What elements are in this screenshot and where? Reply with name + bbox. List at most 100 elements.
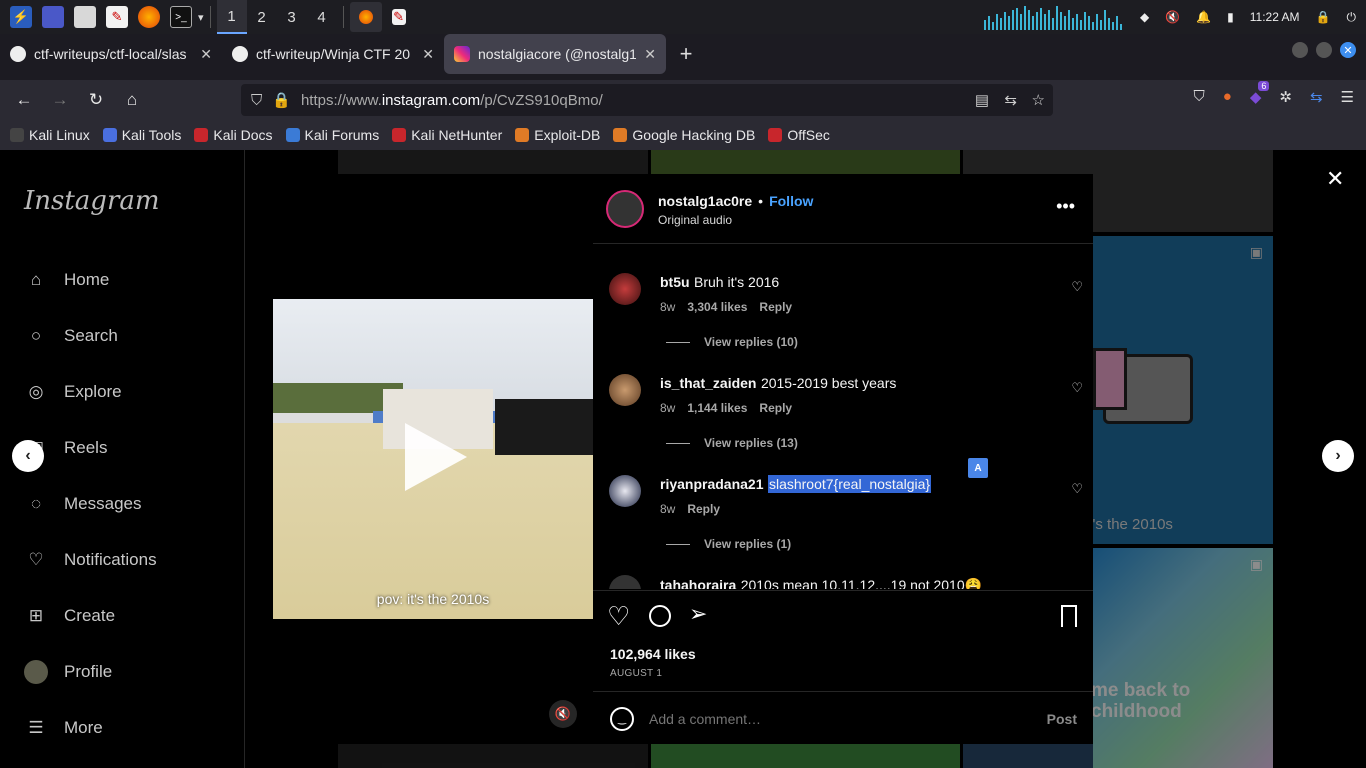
commenter-avatar[interactable]: [609, 374, 641, 406]
firefox-icon[interactable]: [138, 6, 160, 28]
translate-popup-icon[interactable]: A: [968, 458, 988, 478]
workspace-3[interactable]: 3: [277, 0, 307, 34]
reload-button[interactable]: ↻: [78, 84, 114, 116]
maximize-button[interactable]: [1316, 42, 1332, 58]
text-editor-icon[interactable]: ✎: [106, 6, 128, 28]
close-modal-icon[interactable]: ✕: [1326, 166, 1344, 192]
like-comment-icon[interactable]: ♡: [1071, 279, 1083, 295]
sidebar-item-messages[interactable]: ◌ Messages: [24, 492, 142, 516]
comment-username[interactable]: bt5u: [660, 274, 690, 290]
reply-button[interactable]: Reply: [759, 401, 792, 415]
home-button[interactable]: ⌂: [114, 84, 150, 116]
forward-button[interactable]: →: [42, 84, 78, 116]
comment-likes[interactable]: 1,144 likes: [687, 401, 747, 415]
bookmark-kali-forums[interactable]: Kali Forums: [285, 127, 379, 143]
mute-icon[interactable]: 🔇: [549, 700, 577, 728]
wifi-icon[interactable]: ◆: [1140, 10, 1149, 24]
translate-icon[interactable]: ⇆: [1004, 91, 1017, 109]
extension-icon[interactable]: ◆ 6: [1250, 81, 1270, 106]
reply-button[interactable]: Reply: [687, 502, 720, 516]
comment-likes[interactable]: 3,304 likes: [687, 300, 747, 314]
commenter-avatar[interactable]: [609, 273, 641, 305]
bookmark-kali-nethunter[interactable]: Kali NetHunter: [392, 127, 502, 143]
commenter-avatar[interactable]: [609, 575, 641, 589]
view-replies-button[interactable]: View replies (1): [666, 537, 791, 551]
post-video[interactable]: pov: it's the 2010s: [273, 299, 593, 619]
comment-text-highlighted[interactable]: slashroot7{real_nostalgia}: [767, 475, 932, 493]
workspace-4[interactable]: 4: [307, 0, 337, 34]
audio-label[interactable]: Original audio: [658, 213, 732, 227]
comment-username[interactable]: tahahoraira: [660, 577, 736, 589]
new-tab-button[interactable]: +: [666, 34, 706, 74]
browser-tab-active[interactable]: nostalgiacore (@nostalg1 ✕: [444, 34, 666, 74]
post-comment-button[interactable]: Post: [1047, 711, 1077, 727]
bookmark-kali-linux[interactable]: Kali Linux: [10, 127, 90, 143]
poster-avatar[interactable]: [606, 190, 644, 228]
poster-username[interactable]: nostalg1ac0re: [658, 193, 752, 209]
sidebar-item-profile[interactable]: Profile: [24, 660, 112, 684]
comment-age[interactable]: 8w: [660, 502, 675, 516]
next-post-button[interactable]: ›: [1322, 440, 1354, 472]
bookmark-star-icon[interactable]: ☆: [1032, 91, 1045, 109]
like-icon[interactable]: ♡: [607, 601, 630, 632]
sidebar-item-explore[interactable]: ◎ Explore: [24, 380, 122, 404]
browser-tab[interactable]: ctf-writeups/ctf-local/slas ✕: [0, 34, 222, 74]
sidebar-item-home[interactable]: ⌂ Home: [24, 268, 110, 292]
share-icon[interactable]: ➢: [689, 601, 707, 627]
save-icon[interactable]: [1061, 605, 1077, 627]
reader-view-icon[interactable]: ▤: [975, 91, 989, 109]
browser-tab[interactable]: ctf-writeup/Winja CTF 20 ✕: [222, 34, 444, 74]
view-replies-button[interactable]: View replies (10): [666, 335, 798, 349]
power-icon[interactable]: ⏻: [1347, 10, 1357, 25]
kali-menu-icon[interactable]: ⚡: [10, 6, 32, 28]
hamburger-menu-icon[interactable]: ☰: [1341, 88, 1354, 106]
lock-icon[interactable]: 🔒: [272, 91, 291, 109]
shield-icon[interactable]: ⛉: [251, 92, 262, 109]
instagram-logo[interactable]: Instagram: [24, 186, 160, 216]
close-tab-icon[interactable]: ✕: [200, 46, 212, 63]
emoji-icon[interactable]: ‿: [610, 707, 634, 731]
bookmark-kali-docs[interactable]: Kali Docs: [194, 127, 273, 143]
bookmark-exploit-db[interactable]: Exploit-DB: [515, 127, 600, 143]
sidebar-item-search[interactable]: ○ Search: [24, 324, 118, 348]
comment-input[interactable]: [649, 707, 1019, 731]
comment-username[interactable]: riyanpradana21: [660, 476, 764, 492]
translate-ext-icon[interactable]: ⇆: [1310, 88, 1323, 106]
file-manager-icon[interactable]: [74, 6, 96, 28]
play-icon[interactable]: [405, 423, 467, 491]
comment-age[interactable]: 8w: [660, 300, 675, 314]
close-window-button[interactable]: ✕: [1340, 42, 1356, 58]
bookmark-offsec[interactable]: OffSec: [768, 127, 830, 143]
workspace-2[interactable]: 2: [247, 0, 277, 34]
reply-button[interactable]: Reply: [759, 300, 792, 314]
back-button[interactable]: ←: [6, 84, 42, 116]
firefox-window-icon[interactable]: [349, 2, 382, 32]
battery-icon[interactable]: ▮: [1227, 10, 1234, 24]
more-options-icon[interactable]: •••: [1056, 196, 1075, 217]
desktop-icon[interactable]: [42, 6, 64, 28]
follow-button[interactable]: Follow: [769, 193, 813, 209]
commenter-avatar[interactable]: [609, 475, 641, 507]
previous-post-button[interactable]: ‹: [12, 440, 44, 472]
comment-icon[interactable]: [649, 605, 671, 627]
url-bar[interactable]: ⛉ 🔒 https://www.instagram.com/p/CvZS910q…: [241, 84, 1053, 116]
chevron-down-icon[interactable]: ▾: [198, 11, 204, 24]
minimize-button[interactable]: [1292, 42, 1308, 58]
foxyproxy-icon[interactable]: ●: [1223, 88, 1232, 106]
sidebar-item-notifications[interactable]: ♡ Notifications: [24, 548, 156, 572]
likes-count[interactable]: 102,964 likes: [610, 646, 696, 662]
close-tab-icon[interactable]: ✕: [422, 46, 434, 63]
terminal-icon[interactable]: >_: [170, 6, 192, 28]
editor-window-icon[interactable]: ✎: [391, 9, 406, 25]
view-replies-button[interactable]: View replies (13): [666, 436, 798, 450]
comment-age[interactable]: 8w: [660, 401, 675, 415]
like-comment-icon[interactable]: ♡: [1071, 481, 1083, 497]
clock[interactable]: 11:22 AM: [1250, 10, 1300, 24]
post-date[interactable]: AUGUST 1: [610, 668, 662, 679]
bookmark-google-hacking-db[interactable]: Google Hacking DB: [613, 127, 755, 143]
workspace-1[interactable]: 1: [216, 0, 247, 34]
pocket-icon[interactable]: ⛉: [1194, 88, 1205, 106]
bell-icon[interactable]: 🔔: [1196, 10, 1211, 24]
extensions-puzzle-icon[interactable]: ✲: [1279, 88, 1292, 106]
like-comment-icon[interactable]: ♡: [1071, 380, 1083, 396]
